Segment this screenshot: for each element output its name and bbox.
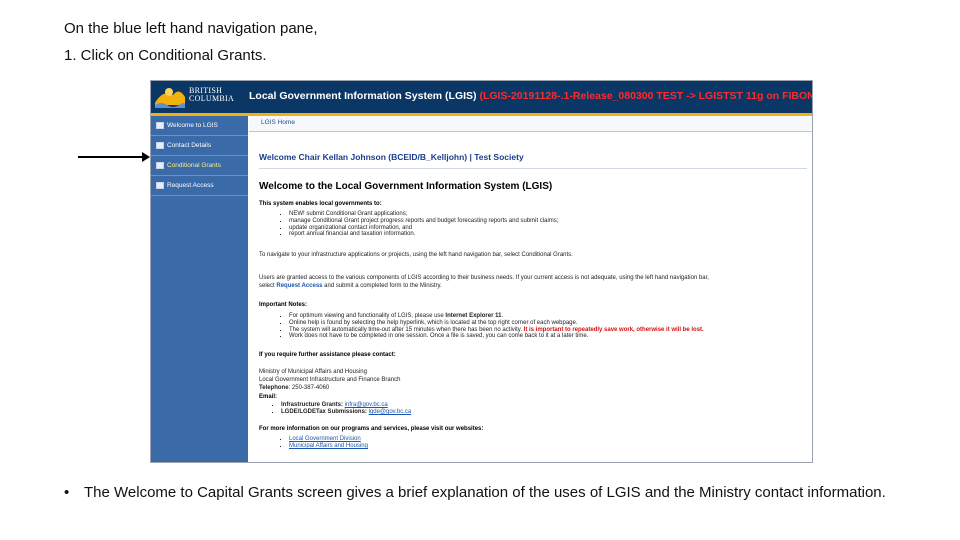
sidebar-item-label: Request Access (167, 182, 214, 189)
list-item: report annual financial and taxation inf… (289, 231, 558, 238)
form-icon (156, 182, 164, 189)
list-item: Local Government Division (289, 436, 368, 443)
email-link[interactable]: lgde@gov.bc.ca (369, 409, 412, 415)
note-warning: It is important to repeatedly save work,… (523, 326, 704, 333)
sidebar-item-label: Conditional Grants (167, 162, 221, 169)
list-item: Infrastructure Grants: infra@gov.bc.ca (281, 402, 411, 409)
note-post: . (501, 313, 504, 319)
phone-label: Telephone (259, 385, 289, 391)
list-item: Work does not have to be completed in on… (289, 333, 704, 340)
website-link[interactable]: Local Government Division (289, 436, 361, 442)
email-type: LGDE/LGDETax Submissions: (281, 408, 367, 415)
branch-name: Local Government Infrastructure and Fina… (259, 377, 401, 383)
logo-wordmark: BRITISH COLUMBIA (189, 87, 234, 103)
page-title: Welcome to the Local Government Informat… (259, 181, 553, 192)
sidebar-item-label: Contact Details (167, 142, 212, 149)
lgis-screenshot: BRITISH COLUMBIA Local Government Inform… (150, 80, 813, 463)
sidebar-nav: Welcome to LGIS Contact Details Conditio… (151, 116, 248, 462)
list-item: LGDE/LGDETax Submissions: lgde@gov.bc.ca (281, 409, 411, 416)
websites-list: Local Government Division Municipal Affa… (259, 436, 368, 450)
ministry-name: Ministry of Municipal Affairs and Housin… (259, 369, 367, 375)
list-item: Online help is found by selecting the he… (289, 320, 704, 327)
note-text: The system will automatically time-out a… (289, 326, 522, 333)
access-line-1: Users are granted access to the various … (259, 275, 709, 281)
app-header: BRITISH COLUMBIA Local Government Inform… (151, 81, 812, 116)
main-content: LGIS Home Welcome Chair Kellan Johnson (… (249, 116, 812, 462)
logo-line-2: COLUMBIA (189, 94, 235, 103)
access-post-text: and submit a completed form to the Minis… (324, 283, 442, 289)
list-item: Municipal Affairs and Housing (289, 443, 368, 450)
phone-value: : 250-387-4060 (288, 385, 330, 391)
list-item: For optimum viewing and functionality of… (289, 313, 704, 320)
sidebar-item-request-access[interactable]: Request Access (151, 176, 248, 196)
breadcrumb: LGIS Home (249, 116, 812, 132)
access-line-2: select Request Access and submit a compl… (259, 283, 442, 290)
list-item: The system will automatically time-out a… (289, 327, 704, 334)
phone-line: Telephone: 250-387-4060 (259, 385, 329, 392)
email-label: Email: (259, 394, 278, 400)
note-text: For optimum viewing and functionality of… (289, 313, 444, 319)
note-text: Work does not have to be completed in on… (289, 333, 589, 340)
sidebar-item-contact-details[interactable]: Contact Details (151, 136, 248, 156)
user-welcome: Welcome Chair Kellan Johnson (BCEID/B_Ke… (259, 152, 524, 162)
list-item: update organizational contact informatio… (289, 225, 558, 232)
list-icon (156, 162, 164, 169)
bullet-text: The Welcome to Capital Grants screen giv… (84, 484, 886, 501)
email-type: Infrastructure Grants: (281, 402, 344, 408)
enables-list: NEW! submit Conditional Grant applicatio… (259, 211, 558, 238)
list-item: manage Conditional Grant project progres… (289, 218, 558, 225)
system-title: Local Government Information System (LGI… (249, 90, 813, 102)
sidebar-item-label: Welcome to LGIS (167, 122, 218, 129)
more-info: For more information on our programs and… (259, 426, 484, 432)
note-text: Online help is found by selecting the he… (289, 319, 578, 326)
breadcrumb-home-link[interactable]: LGIS Home (261, 119, 295, 126)
pointer-arrow (78, 152, 150, 162)
enables-intro: This system enables local governments to… (259, 201, 382, 207)
notes-title: Important Notes: (259, 302, 307, 308)
explanation-bullet: • The Welcome to Capital Grants screen g… (64, 484, 924, 501)
list-item: NEW! submit Conditional Grant applicatio… (289, 211, 558, 218)
bullet-dot: • (64, 484, 70, 501)
access-select-text: select (259, 283, 275, 289)
assist-title: If you require further assistance please… (259, 352, 396, 358)
divider (259, 168, 807, 169)
request-access-link[interactable]: Request Access (276, 283, 322, 289)
instruction-intro: On the blue left hand navigation pane, (64, 20, 318, 37)
instruction-step-1: 1. Click on Conditional Grants. (64, 47, 267, 64)
sidebar-item-conditional-grants[interactable]: Conditional Grants (151, 156, 248, 176)
email-link[interactable]: infra@gov.bc.ca (345, 402, 388, 408)
sidebar-item-welcome[interactable]: Welcome to LGIS (151, 116, 248, 136)
note-bold: Internet Explorer 11 (445, 313, 502, 319)
website-link[interactable]: Municipal Affairs and Housing (289, 443, 368, 449)
notes-list: For optimum viewing and functionality of… (259, 313, 704, 340)
contact-card-icon (156, 142, 164, 149)
navigate-text: To navigate to your infrastructure appli… (259, 252, 573, 258)
release-label: (LGIS-20191128-.1-Release_080300 TEST ->… (479, 90, 813, 102)
email-list: Infrastructure Grants: infra@gov.bc.ca L… (259, 402, 411, 416)
system-title-text: Local Government Information System (LGI… (249, 90, 477, 102)
home-icon (156, 122, 164, 129)
